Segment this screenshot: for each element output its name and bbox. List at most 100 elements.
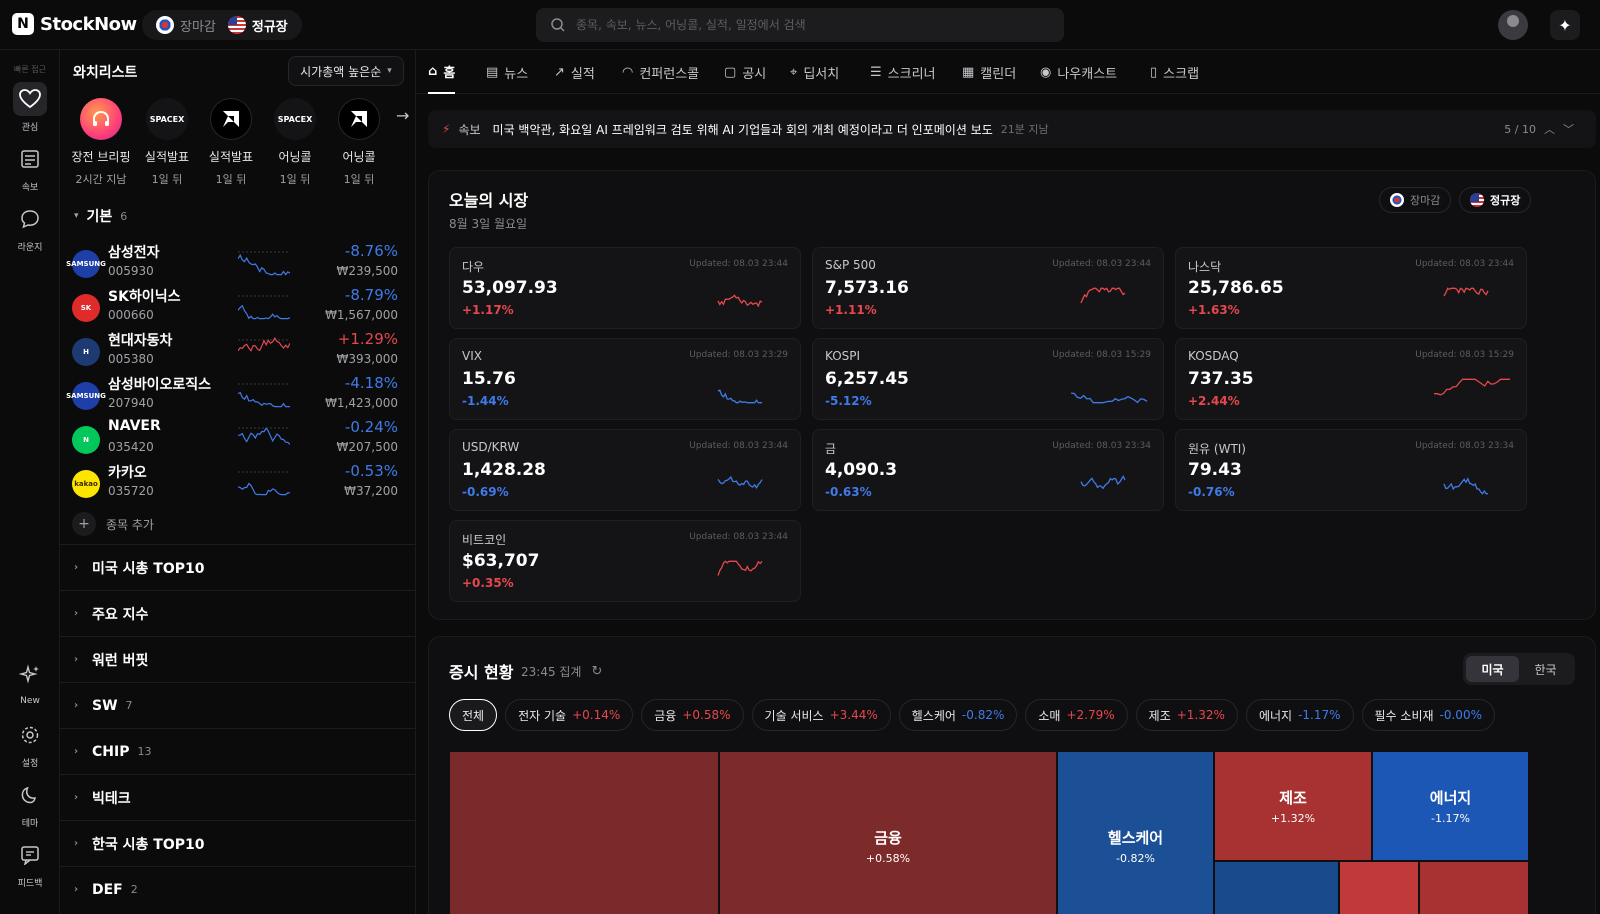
story-time: 1일 뒤	[215, 173, 247, 186]
search-bar[interactable]	[536, 8, 1064, 42]
sector-chips: 전체 전자 기술 +0.14% 금융 +0.58% 기술 서비스 +3.44% 헬스케어 -0.…	[449, 699, 1495, 731]
market-name: KOSPI	[825, 349, 861, 363]
stock-row[interactable]: SK SK하이닉스 000660 -8.79% ₩1,567,000	[70, 284, 406, 328]
add-stock-button[interactable]: + 종목 추가	[72, 512, 154, 536]
story-item[interactable]: 어닝콜 1일 뒤	[326, 98, 392, 187]
market-card[interactable]: KOSDAQ Updated: 08.03 15:29 737.35 +2.44%	[1175, 338, 1527, 420]
sector-chip[interactable]: 전체	[449, 699, 498, 731]
tab-broadcast[interactable]: ◉ 나우캐스트	[1040, 50, 1117, 94]
market-card[interactable]: S&P 500 Updated: 08.03 23:44 7,573.16 +1.11…	[812, 247, 1164, 329]
tab-newspaper[interactable]: ▤ 뉴스	[486, 50, 528, 94]
kr-market-pill[interactable]: 장마감	[152, 16, 220, 35]
stock-row[interactable]: SAMSUNG 삼성바이오로직스 207940 -4.18% ₩1,423,000	[66, 372, 406, 416]
folder-name: 워런 버핏	[92, 652, 149, 669]
treemap-cell[interactable]	[1339, 861, 1419, 914]
treemap-cell[interactable]: 금융 +0.58%	[719, 751, 1057, 914]
rail-item-new[interactable]: New	[0, 658, 60, 706]
treemap-change: -1.17%	[1431, 812, 1470, 825]
tab-calendar[interactable]: ▦ 캘린더	[962, 50, 1016, 94]
story-item[interactable]: 실적발표 1일 뒤	[198, 98, 264, 187]
treemap-cell[interactable]	[1419, 861, 1529, 914]
tab-headphones[interactable]: ◠ 컨퍼런스콜	[622, 50, 699, 94]
stock-row[interactable]: H 현대자동차 005380 +1.29% ₩393,000	[70, 328, 406, 372]
news-icon	[13, 142, 47, 176]
sector-treemap: 금융 +0.58% 헬스케어 -0.82% 제조 +1.32% 에너지 -1.17%	[449, 751, 1529, 914]
rail-item-settings[interactable]: 설정	[0, 718, 60, 769]
sector-time-row: 23:45 집계 ↻	[521, 663, 602, 680]
story-item[interactable]: SPACEX 실적발표 1일 뒤	[134, 98, 200, 187]
sector-chip[interactable]: 헬스케어 -0.82%	[898, 699, 1018, 731]
folder-row[interactable]: › SW 7	[60, 682, 415, 728]
folder-row[interactable]: › 미국 시총 TOP10	[60, 544, 415, 590]
sector-chip[interactable]: 금융 +0.58%	[641, 699, 744, 731]
market-status-toggle[interactable]: 장마감 정규장	[142, 10, 302, 40]
treemap-cell[interactable]	[1214, 861, 1339, 914]
market-card[interactable]: 나스닥 Updated: 08.03 23:44 25,786.65 +1.63%	[1175, 247, 1527, 329]
tab-home[interactable]: ⌂ 홈	[428, 50, 456, 94]
stock-price: ₩37,200	[344, 484, 398, 498]
rail-item-breaking[interactable]: 속보	[0, 142, 60, 193]
story-item[interactable]: SPACEX 어닝콜 1일 뒤	[262, 98, 328, 187]
kr-status-pill[interactable]: 장마감	[1379, 187, 1452, 213]
folder-row[interactable]: › 워런 버핏	[60, 636, 415, 682]
sort-dropdown[interactable]: 시가총액 높은순 ▾	[288, 56, 404, 86]
ticker-headline[interactable]: 미국 백악관, 화요일 AI 프레임워크 검토 위해 AI 기업들과 회의 개최…	[493, 121, 993, 138]
sector-chip[interactable]: 전자 기술 +0.14%	[505, 699, 634, 731]
folder-row[interactable]: › CHIP 13	[60, 728, 415, 774]
rail-item-theme[interactable]: 테마	[0, 778, 60, 829]
search-input[interactable]	[576, 18, 1046, 32]
folder-row[interactable]: › DEF 2	[60, 866, 415, 912]
market-card[interactable]: 원유 (WTI) Updated: 08.03 23:34 79.43 -0.76%	[1175, 429, 1527, 511]
treemap-cell[interactable]	[449, 751, 719, 914]
chevron-up-down-icon[interactable]: ︿﹀	[1544, 121, 1582, 137]
folder-row[interactable]: › 주요 지수	[60, 590, 415, 636]
ticker-page: 5 / 10	[1504, 122, 1536, 136]
region-kr-button[interactable]: 한국	[1519, 656, 1572, 682]
market-card[interactable]: KOSPI Updated: 08.03 15:29 6,257.45 -5.12%	[812, 338, 1164, 420]
sector-chip[interactable]: 제조 +1.32%	[1135, 699, 1238, 731]
market-card[interactable]: 다우 Updated: 08.03 23:44 53,097.93 +1.17%	[449, 247, 801, 329]
region-toggle[interactable]: 미국 한국	[1463, 653, 1575, 685]
sector-chip[interactable]: 에너지 -1.17%	[1245, 699, 1354, 731]
tab-sliders[interactable]: ☰ 스크리너	[870, 50, 936, 94]
us-market-pill[interactable]: 정규장	[224, 16, 292, 35]
treemap-cell[interactable]: 에너지 -1.17%	[1372, 751, 1529, 861]
tab-label: 뉴스	[504, 66, 529, 82]
breaking-news-ticker[interactable]: ⚡ 속보 미국 백악관, 화요일 AI 프레임워크 검토 위해 AI 기업들과 …	[428, 110, 1596, 148]
treemap-cell[interactable]: 제조 +1.32%	[1214, 751, 1372, 861]
logo-icon: N	[12, 13, 34, 35]
tab-clipboard[interactable]: ▢ 공시	[724, 50, 766, 94]
chip-change: -0.82%	[961, 708, 1005, 722]
rail-item-feedback[interactable]: 피드백	[0, 838, 60, 889]
market-card[interactable]: VIX Updated: 08.03 23:29 15.76 -1.44%	[449, 338, 801, 420]
rail-item-lounge[interactable]: 라운지	[0, 202, 60, 253]
app-logo[interactable]: N StockNow	[12, 13, 137, 35]
user-avatar[interactable]	[1498, 10, 1528, 40]
arrow-right-icon[interactable]: →	[396, 106, 409, 125]
tab-telescope[interactable]: ⌖ 딥서치	[790, 50, 839, 94]
region-us-button[interactable]: 미국	[1466, 656, 1519, 682]
treemap-cell[interactable]: 헬스케어 -0.82%	[1057, 751, 1214, 914]
market-card[interactable]: 금 Updated: 08.03 23:34 4,090.3 -0.63%	[812, 429, 1164, 511]
market-card[interactable]: 비트코인 Updated: 08.03 23:44 $63,707 +0.35%	[449, 520, 801, 602]
chevron-right-icon: ›	[74, 562, 79, 573]
folder-row[interactable]: › 한국 시총 TOP10	[60, 820, 415, 866]
story-item[interactable]: 장전 브리핑 2시간 지남	[68, 98, 134, 187]
refresh-icon[interactable]: ↻	[591, 664, 602, 679]
sector-chip[interactable]: 필수 소비재 -0.00%	[1361, 699, 1495, 731]
stock-row[interactable]: kakao 카카오 035720 -0.53% ₩37,200	[70, 460, 406, 504]
tab-trend[interactable]: ↗ 실적	[554, 50, 595, 94]
stock-row[interactable]: N NAVER 035420 -0.24% ₩207,500	[70, 416, 406, 460]
chevron-right-icon: ›	[74, 792, 79, 803]
group-header[interactable]: ▾ 기본 6	[74, 206, 127, 226]
tab-bookmark[interactable]: ▯ 스크랩	[1150, 50, 1199, 94]
sector-chip[interactable]: 기술 서비스 +3.44%	[751, 699, 891, 731]
sector-chip[interactable]: 소매 +2.79%	[1025, 699, 1128, 731]
market-card[interactable]: USD/KRW Updated: 08.03 23:44 1,428.28 -0.69…	[449, 429, 801, 511]
ai-sparkle-button[interactable]: ✦	[1550, 10, 1580, 40]
rail-item-interest[interactable]: 관심	[0, 82, 60, 133]
story-strip: 장전 브리핑 2시간 지남 SPACEX 실적발표 1일 뒤 실적발표 1일 뒤…	[68, 98, 409, 194]
us-status-pill[interactable]: 정규장	[1459, 187, 1532, 213]
stock-row[interactable]: SAMSUNG 삼성전자 005930 -8.76% ₩239,500	[66, 240, 406, 284]
folder-row[interactable]: › 빅테크	[60, 774, 415, 820]
